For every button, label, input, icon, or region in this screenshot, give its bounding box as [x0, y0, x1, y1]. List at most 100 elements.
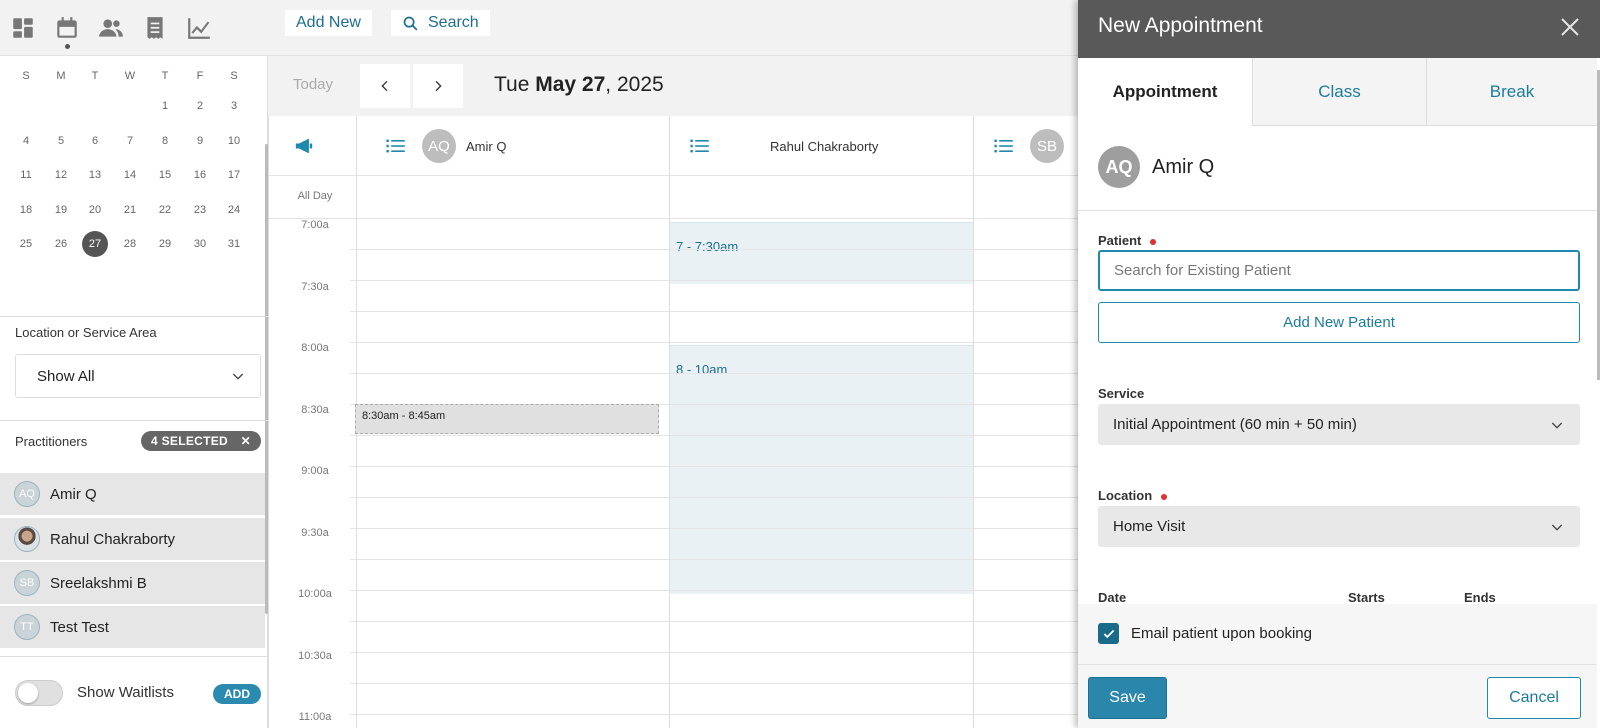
- slot-line: [350, 466, 1080, 467]
- service-select[interactable]: Initial Appointment (60 min + 50 min): [1098, 404, 1580, 445]
- time-label: 10:30a: [298, 649, 332, 662]
- calendar-day[interactable]: 8: [152, 128, 178, 154]
- practitioner-name: Sreelakshmi B: [50, 574, 147, 592]
- calendar-day[interactable]: 1: [152, 93, 178, 119]
- date-navigation: Today Tue May 27, 2025: [268, 56, 1080, 116]
- availability-block[interactable]: 8 - 10am: [670, 345, 973, 594]
- patients-icon[interactable]: [94, 11, 128, 45]
- clear-selection-icon[interactable]: ✕: [241, 434, 251, 448]
- tab-appointment[interactable]: Appointment: [1078, 58, 1252, 126]
- save-button[interactable]: Save: [1088, 677, 1167, 719]
- calendar-day[interactable]: 15: [152, 162, 178, 188]
- slot-line: [350, 311, 1080, 312]
- tab-class[interactable]: Class: [1252, 58, 1426, 126]
- availability-block[interactable]: 7 - 7:30am: [670, 222, 973, 284]
- calendar-day[interactable]: 25: [13, 231, 39, 257]
- selected-day[interactable]: 27: [82, 231, 108, 257]
- location-select-value: Show All: [37, 367, 95, 385]
- calendar-day[interactable]: 3: [221, 93, 247, 119]
- today-button[interactable]: Today: [293, 76, 333, 93]
- calendar-day[interactable]: 13: [82, 162, 108, 188]
- patient-label-text: Patient: [1098, 233, 1142, 248]
- slot-line: [350, 280, 1080, 281]
- practitioner-item[interactable]: TT Test Test: [0, 606, 265, 648]
- list-icon[interactable]: [690, 138, 710, 154]
- previous-day-button[interactable]: [360, 64, 410, 108]
- avatar: TT: [14, 614, 40, 640]
- calendar-day[interactable]: 5: [48, 128, 74, 154]
- pending-appointment-block[interactable]: 8:30am - 8:45am: [355, 404, 659, 434]
- calendar-day[interactable]: 10: [221, 128, 247, 154]
- avatar: SB: [1030, 129, 1064, 163]
- add-waitlist-button[interactable]: ADD: [213, 684, 261, 704]
- practitioner-item[interactable]: AQ Amir Q: [0, 473, 265, 515]
- slot-line: [350, 528, 1080, 529]
- cancel-button[interactable]: Cancel: [1487, 677, 1581, 719]
- avatar: SB: [14, 570, 40, 596]
- practitioner-item[interactable]: Rahul Chakraborty: [0, 518, 265, 560]
- invoices-icon[interactable]: [138, 11, 172, 45]
- dashboard-icon[interactable]: [6, 11, 40, 45]
- time-label: 11:00a: [298, 711, 332, 723]
- tab-break[interactable]: Break: [1426, 58, 1597, 126]
- calendar-grid: AQ Amir Q Rahul Chakraborty SB All Day 7…: [268, 116, 1080, 728]
- practitioner-item[interactable]: SB Sreelakshmi B: [0, 562, 265, 604]
- service-select-value: Initial Appointment (60 min + 50 min): [1113, 416, 1357, 433]
- calendar-day[interactable]: 4: [13, 128, 39, 154]
- location-select[interactable]: Show All: [15, 354, 261, 398]
- time-label: 7:00a: [301, 219, 329, 231]
- list-icon[interactable]: [994, 138, 1014, 154]
- calendar-day[interactable]: 22: [152, 197, 178, 223]
- search-label: Search: [428, 14, 479, 31]
- weekday-label: M: [56, 70, 66, 82]
- divider: [0, 656, 268, 657]
- search-button[interactable]: Search: [391, 10, 490, 36]
- calendar-day[interactable]: 6: [82, 128, 108, 154]
- calendar-day[interactable]: 29: [152, 231, 178, 257]
- close-icon[interactable]: [1558, 15, 1582, 39]
- current-date: Tue May 27, 2025: [494, 73, 664, 97]
- calendar-day[interactable]: 28: [117, 231, 143, 257]
- calendar-day[interactable]: 17: [221, 162, 247, 188]
- patient-search-input[interactable]: [1098, 250, 1580, 291]
- selected-practitioners-badge[interactable]: 4 SELECTED ✕: [141, 431, 261, 451]
- location-label: Location: [1098, 488, 1168, 503]
- add-new-patient-button[interactable]: Add New Patient: [1098, 302, 1580, 343]
- show-waitlists-toggle[interactable]: [15, 680, 63, 706]
- location-select[interactable]: Home Visit: [1098, 506, 1580, 547]
- calendar-day[interactable]: 26: [48, 231, 74, 257]
- calendar-day[interactable]: 11: [13, 162, 39, 188]
- calendar-day[interactable]: 31: [221, 231, 247, 257]
- selected-practitioner: AQ Amir Q: [1078, 126, 1597, 211]
- calendar-day[interactable]: 19: [48, 197, 74, 223]
- announcements-icon[interactable]: [294, 116, 314, 176]
- starts-header: Starts: [1348, 590, 1385, 605]
- time-label: 10:00a: [298, 588, 332, 600]
- practitioner-name: Test Test: [50, 618, 109, 636]
- reports-icon[interactable]: [182, 11, 216, 45]
- calendar-day[interactable]: 12: [48, 162, 74, 188]
- calendar-day[interactable]: 30: [187, 231, 213, 257]
- list-icon[interactable]: [386, 138, 406, 154]
- chevron-down-icon: [1551, 524, 1563, 531]
- next-day-button[interactable]: [413, 64, 463, 108]
- calendar-day[interactable]: 24: [221, 197, 247, 223]
- slot-line: [350, 342, 1080, 343]
- column-header: Rahul Chakraborty: [690, 116, 878, 176]
- email-patient-checkbox[interactable]: [1098, 623, 1119, 644]
- calendar-day[interactable]: 21: [117, 197, 143, 223]
- weekday-label: T: [161, 70, 169, 82]
- main-nav: [0, 0, 268, 56]
- calendar-icon[interactable]: [50, 11, 84, 49]
- calendar-day[interactable]: 23: [187, 197, 213, 223]
- weekday-label: F: [196, 70, 204, 82]
- calendar-day[interactable]: 2: [187, 93, 213, 119]
- calendar-day[interactable]: 20: [82, 197, 108, 223]
- add-new-button[interactable]: Add New: [285, 10, 372, 36]
- calendar-day[interactable]: 14: [117, 162, 143, 188]
- calendar-day[interactable]: 9: [187, 128, 213, 154]
- calendar-day[interactable]: 18: [13, 197, 39, 223]
- calendar-day[interactable]: 16: [187, 162, 213, 188]
- calendar-day[interactable]: 7: [117, 128, 143, 154]
- panel-title: New Appointment: [1098, 14, 1263, 37]
